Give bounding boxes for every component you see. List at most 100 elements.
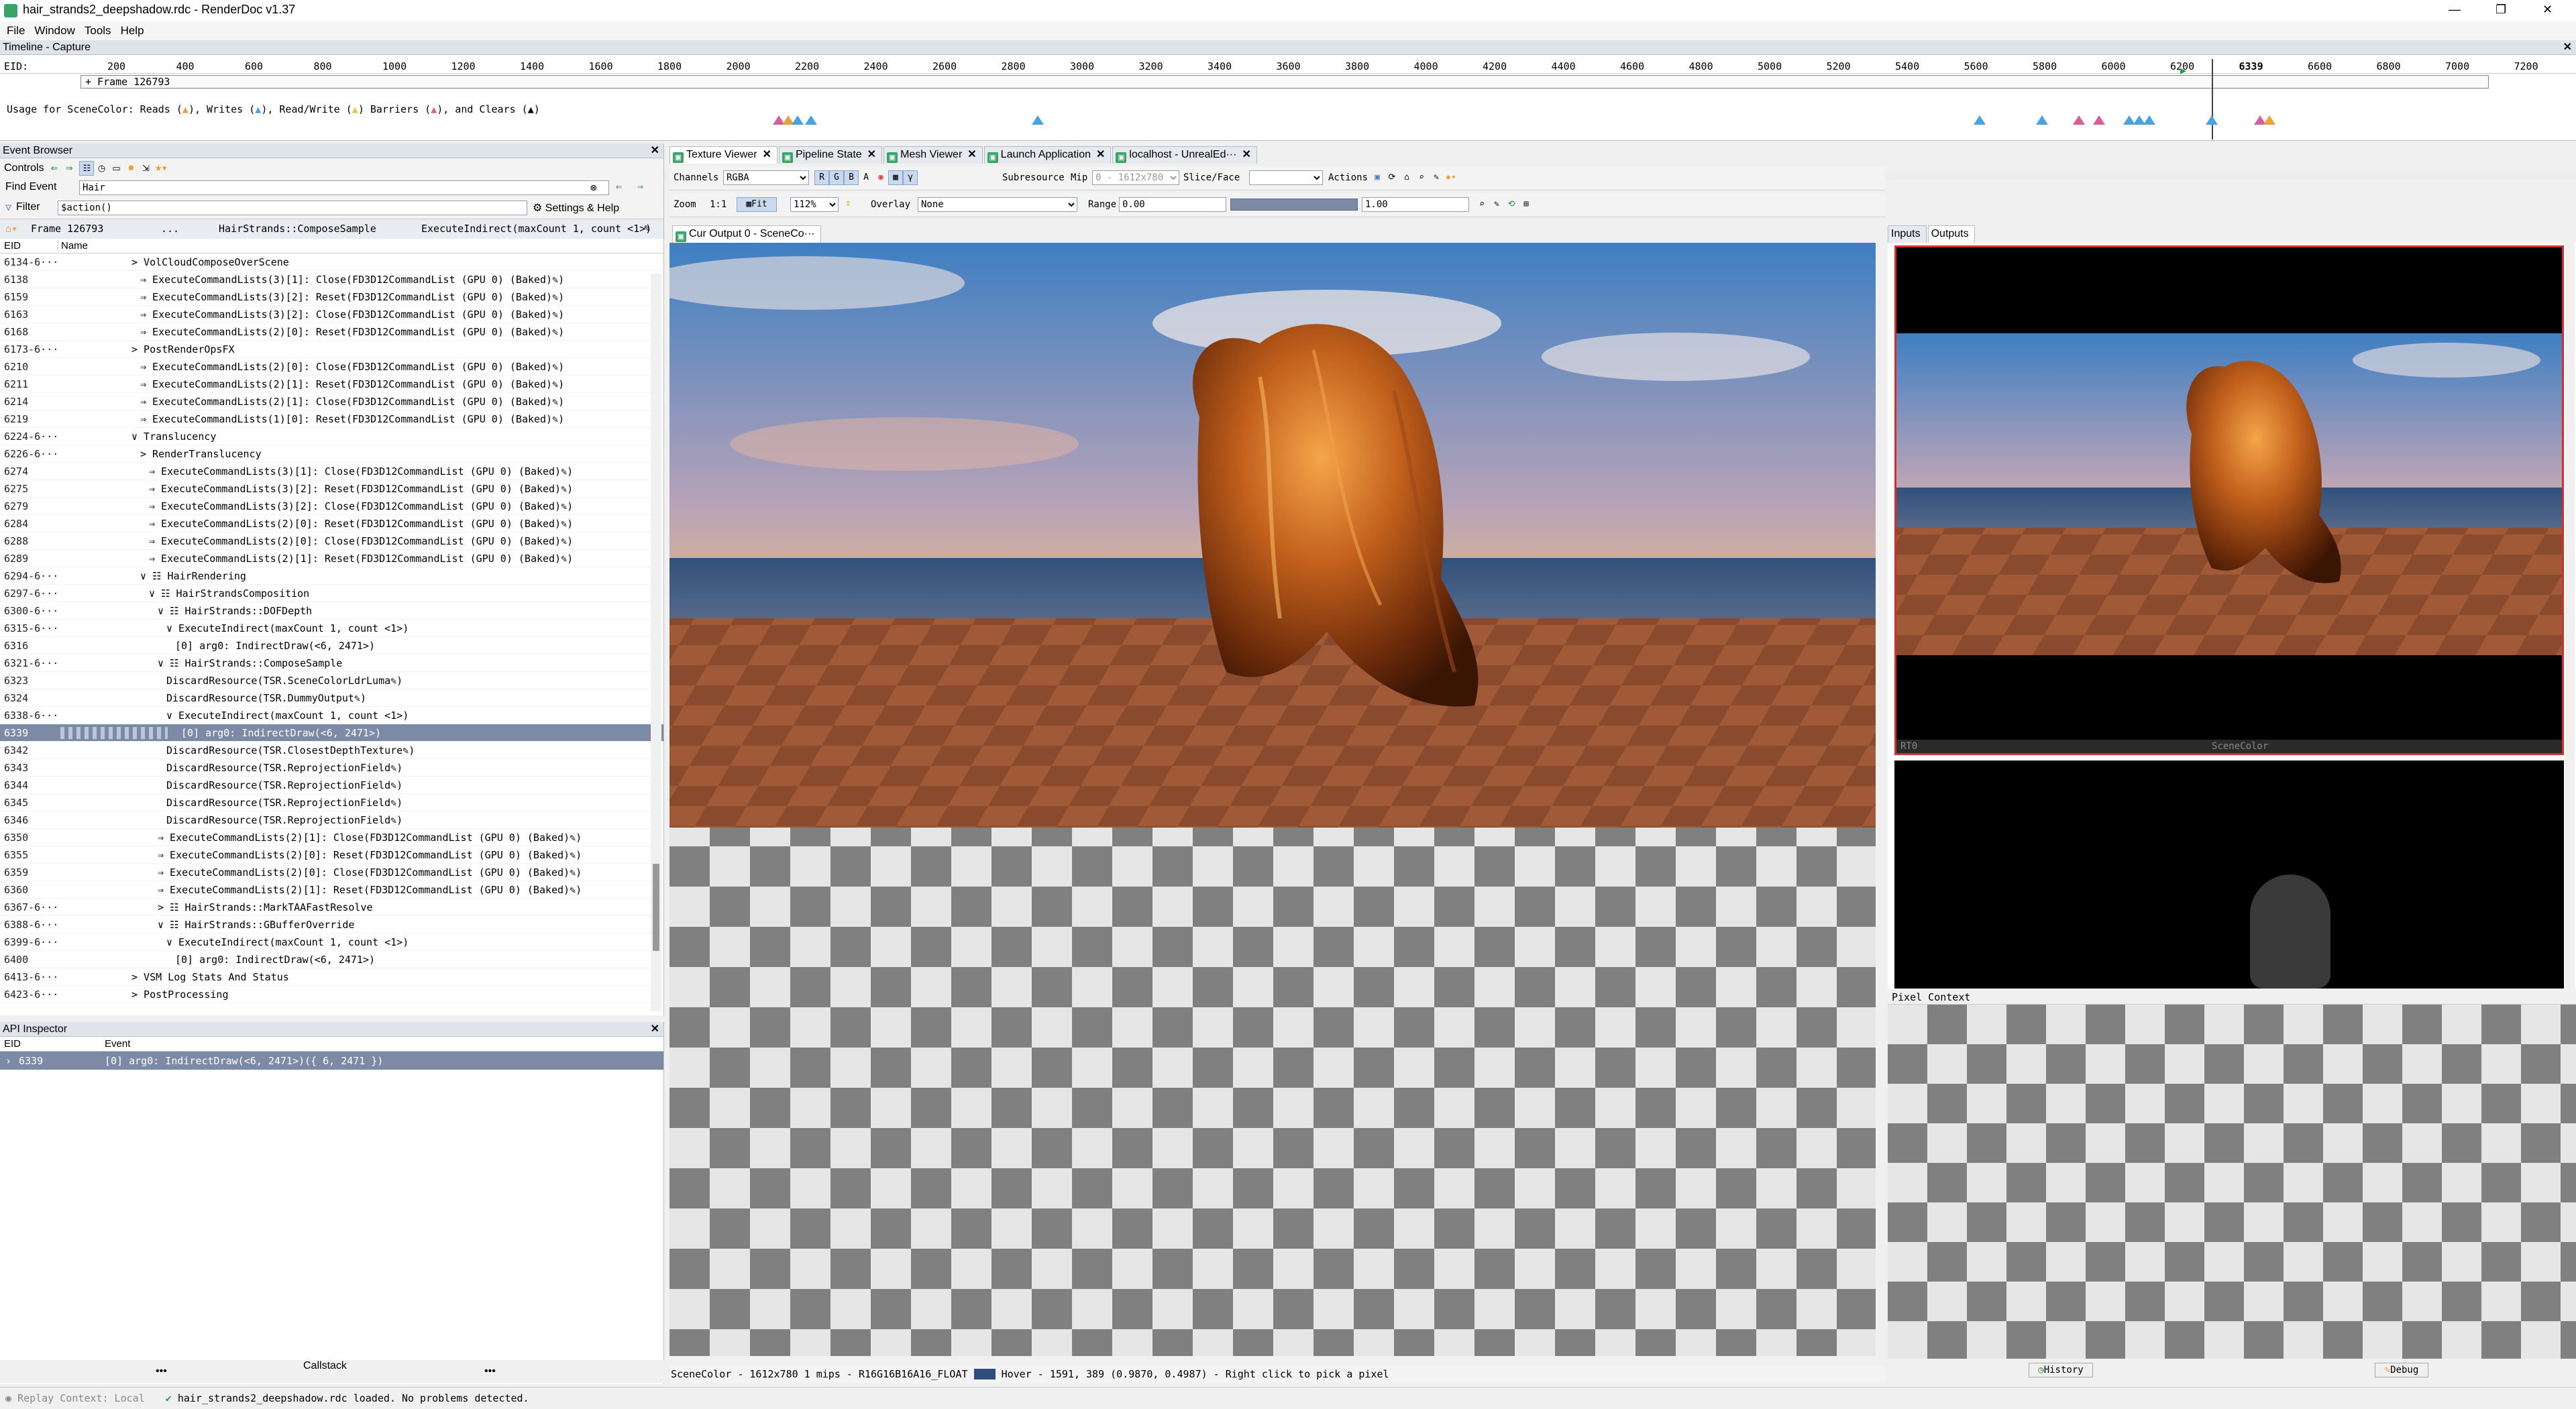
checker-bg-icon[interactable]: ▦ bbox=[888, 170, 903, 185]
event-row[interactable]: 6224-6··· ∨ Translucency bbox=[0, 428, 663, 445]
binoculars-icon[interactable]: ⌕ bbox=[1414, 170, 1429, 185]
close-icon[interactable]: ✕ bbox=[2563, 40, 2572, 55]
replay-context[interactable]: Replay Context: Local bbox=[17, 1392, 145, 1404]
event-row[interactable]: 6168 ⇒ ExecuteCommandLists(2)[0]: Reset(F… bbox=[0, 323, 663, 341]
event-row[interactable]: 6289 ⇒ ExecuteCommandLists(2)[1]: Reset(F… bbox=[0, 550, 663, 567]
timeline-toggle-icon[interactable]: ☷ bbox=[79, 160, 95, 176]
tab-launch-application[interactable]: ▣ Launch Application ✕ bbox=[983, 146, 1112, 164]
range-min-input[interactable] bbox=[1119, 197, 1226, 212]
event-row[interactable]: 6315-6··· ∨ ExecuteIndirect(maxCount 1, c… bbox=[0, 620, 663, 637]
more-left-icon[interactable]: ••• bbox=[156, 1365, 167, 1377]
close-icon[interactable]: ✕ bbox=[651, 1022, 659, 1037]
event-row[interactable]: 6275 ⇒ ExecuteCommandLists(3)[2]: Reset(F… bbox=[0, 480, 663, 498]
event-row[interactable]: 6423-6··· > PostProcessing bbox=[0, 986, 663, 1003]
breadcrumb-frame[interactable]: Frame 126793 bbox=[31, 223, 103, 235]
settings-icon[interactable]: ✹▾ bbox=[1444, 170, 1458, 185]
range-slider[interactable] bbox=[1230, 199, 1358, 211]
find-next-icon[interactable]: ⇒ bbox=[637, 180, 643, 192]
event-row[interactable]: 6214 ⇒ ExecuteCommandLists(2)[1]: Close(F… bbox=[0, 393, 663, 410]
event-row[interactable]: 6343 DiscardResource(TSR.ReprojectionFiel… bbox=[0, 759, 663, 777]
star-icon[interactable]: ★▾ bbox=[153, 161, 168, 176]
event-row[interactable]: 6226-6··· > RenderTranslucency bbox=[0, 445, 663, 463]
menu-window[interactable]: Window bbox=[34, 24, 74, 37]
event-row[interactable]: 6355 ⇒ ExecuteCommandLists(2)[0]: Reset(F… bbox=[0, 846, 663, 864]
find-input[interactable] bbox=[79, 180, 609, 195]
event-row[interactable]: 6339 [0] arg0: IndirectDraw(<6, 2471>) bbox=[0, 724, 663, 742]
event-row[interactable]: 6345 DiscardResource(TSR.ReprojectionFiel… bbox=[0, 794, 663, 811]
callstack-label[interactable]: Callstack bbox=[303, 1360, 347, 1372]
thumb-scrollbar[interactable] bbox=[2565, 243, 2575, 989]
event-row[interactable]: 6321-6··· ∨ ☷ HairStrands::ComposeSample bbox=[0, 655, 663, 672]
event-row[interactable]: 6173-6··· > PostRenderOpsFX bbox=[0, 341, 663, 358]
channel-b-button[interactable]: B bbox=[844, 170, 859, 185]
settings-help-button[interactable]: ⚙ Settings & Help bbox=[533, 201, 619, 215]
menu-help[interactable]: Help bbox=[121, 24, 144, 37]
color-picker-icon[interactable]: ◉ bbox=[873, 170, 888, 185]
range-max-input[interactable] bbox=[1362, 197, 1469, 212]
breadcrumb-compose[interactable]: HairStrands::ComposeSample bbox=[219, 223, 376, 235]
expand-icon[interactable]: › bbox=[5, 1052, 11, 1070]
channel-r-button[interactable]: R bbox=[814, 170, 829, 185]
col-eid[interactable]: EID bbox=[4, 240, 21, 251]
gamma-icon[interactable]: γ bbox=[903, 170, 918, 185]
api-row[interactable]: › 6339 [0] arg0: IndirectDraw(<6, 2471>)… bbox=[0, 1052, 663, 1070]
tab-mesh-viewer[interactable]: ▣ Mesh Viewer ✕ bbox=[883, 146, 983, 164]
event-row[interactable]: 6134-6··· > VolCloudComposeOverScene bbox=[0, 253, 663, 271]
texture-hscrollbar[interactable] bbox=[669, 1356, 1877, 1365]
event-row[interactable]: 6219 ⇒ ExecuteCommandLists(1)[0]: Reset(F… bbox=[0, 410, 663, 428]
pick-icon[interactable]: ✎ bbox=[1429, 170, 1444, 185]
pixel-context-view[interactable] bbox=[1888, 1005, 2576, 1359]
menu-tools[interactable]: Tools bbox=[85, 24, 111, 37]
channel-a-button[interactable]: A bbox=[859, 170, 873, 185]
maximize-button[interactable]: ❐ bbox=[2496, 3, 2506, 17]
event-row[interactable]: 6350 ⇒ ExecuteCommandLists(2)[1]: Close(F… bbox=[0, 829, 663, 846]
event-scrollbar[interactable] bbox=[651, 274, 661, 1011]
refresh-icon[interactable]: ⟳ bbox=[1385, 170, 1399, 185]
event-row[interactable]: 6413-6··· > VSM Log Stats And Status bbox=[0, 968, 663, 986]
history-button[interactable]: ◷History bbox=[2029, 1363, 2093, 1377]
event-row[interactable]: 6399-6··· ∨ ExecuteIndirect(maxCount 1, c… bbox=[0, 934, 663, 951]
event-row[interactable]: 6163 ⇒ ExecuteCommandLists(3)[2]: Close(F… bbox=[0, 306, 663, 323]
open-icon[interactable]: ⌂ bbox=[1399, 170, 1414, 185]
event-row[interactable]: 6159 ⇒ ExecuteCommandLists(3)[2]: Reset(F… bbox=[0, 288, 663, 306]
texture-canvas[interactable] bbox=[669, 243, 1876, 1356]
event-row[interactable]: 6367-6··· > ☷ HairStrands::MarkTAAFastRes… bbox=[0, 899, 663, 916]
export-icon[interactable]: ⇲ bbox=[138, 161, 153, 176]
zoom-select[interactable]: 112% bbox=[790, 197, 839, 212]
reset-range-icon[interactable]: ⟲ bbox=[1504, 197, 1519, 212]
tab-cur-output[interactable]: ▣ Cur Output 0 - SceneCo··· bbox=[672, 225, 821, 243]
event-row[interactable]: 6288 ⇒ ExecuteCommandLists(2)[0]: Close(F… bbox=[0, 532, 663, 550]
tab-inputs[interactable]: Inputs bbox=[1888, 225, 1927, 243]
tab-outputs[interactable]: Outputs bbox=[1927, 225, 1975, 243]
edit-icon[interactable]: ✎ bbox=[644, 222, 650, 234]
thumbnail-scenecolor[interactable]: RT0 SceneColor bbox=[1894, 245, 2564, 755]
histogram-icon[interactable]: ⊞ bbox=[1519, 197, 1534, 212]
event-row[interactable]: 6138 ⇒ ExecuteCommandLists(3)[1]: Close(F… bbox=[0, 271, 663, 288]
event-row[interactable]: 6316 [0] arg0: IndirectDraw(<6, 2471>) bbox=[0, 637, 663, 655]
flip-icon[interactable]: ⇕ bbox=[845, 198, 851, 209]
auto-fit-icon[interactable]: ✎ bbox=[1489, 197, 1504, 212]
zoom-range-icon[interactable]: ⌕ bbox=[1474, 197, 1489, 212]
save-icon[interactable]: ▣ bbox=[1370, 170, 1385, 185]
channels-select[interactable]: RGBA bbox=[723, 170, 809, 185]
texture-vscrollbar[interactable] bbox=[1876, 243, 1885, 1356]
frame-row[interactable]: + Frame 126793 bbox=[80, 75, 2489, 89]
event-row[interactable]: 6211 ⇒ ExecuteCommandLists(2)[1]: Reset(F… bbox=[0, 376, 663, 393]
breadcrumb-execute[interactable]: ExecuteIndirect(maxCount 1, count <1>) bbox=[421, 223, 651, 235]
scrollbar-thumb[interactable] bbox=[653, 864, 659, 951]
close-icon[interactable]: ✕ bbox=[1242, 149, 1250, 160]
find-prev-icon[interactable]: ⇐ bbox=[616, 180, 622, 192]
zoom-1to1-button[interactable]: 1:1 bbox=[710, 199, 727, 210]
event-row[interactable]: 6274 ⇒ ExecuteCommandLists(3)[1]: Close(F… bbox=[0, 463, 663, 480]
channel-g-button[interactable]: G bbox=[829, 170, 844, 185]
tab-localhost-unrealed[interactable]: ▣ localhost - UnrealEd··· ✕ bbox=[1112, 146, 1257, 164]
event-row[interactable]: 6284 ⇒ ExecuteCommandLists(2)[0]: Reset(F… bbox=[0, 515, 663, 532]
event-row[interactable]: 6300-6··· ∨ ☷ HairStrands::DOFDepth bbox=[0, 602, 663, 620]
minimize-button[interactable]: — bbox=[2449, 3, 2461, 17]
close-icon[interactable]: ✕ bbox=[1096, 149, 1105, 160]
mip-select[interactable]: 0 - 1612x780 bbox=[1092, 170, 1179, 185]
home-icon[interactable]: ⌂▾ bbox=[5, 223, 17, 235]
event-row[interactable]: 6294-6··· ∨ ☷ HairRendering bbox=[0, 567, 663, 585]
breadcrumb-ellipsis[interactable]: ... bbox=[161, 223, 179, 235]
close-icon[interactable]: ✕ bbox=[967, 149, 976, 160]
